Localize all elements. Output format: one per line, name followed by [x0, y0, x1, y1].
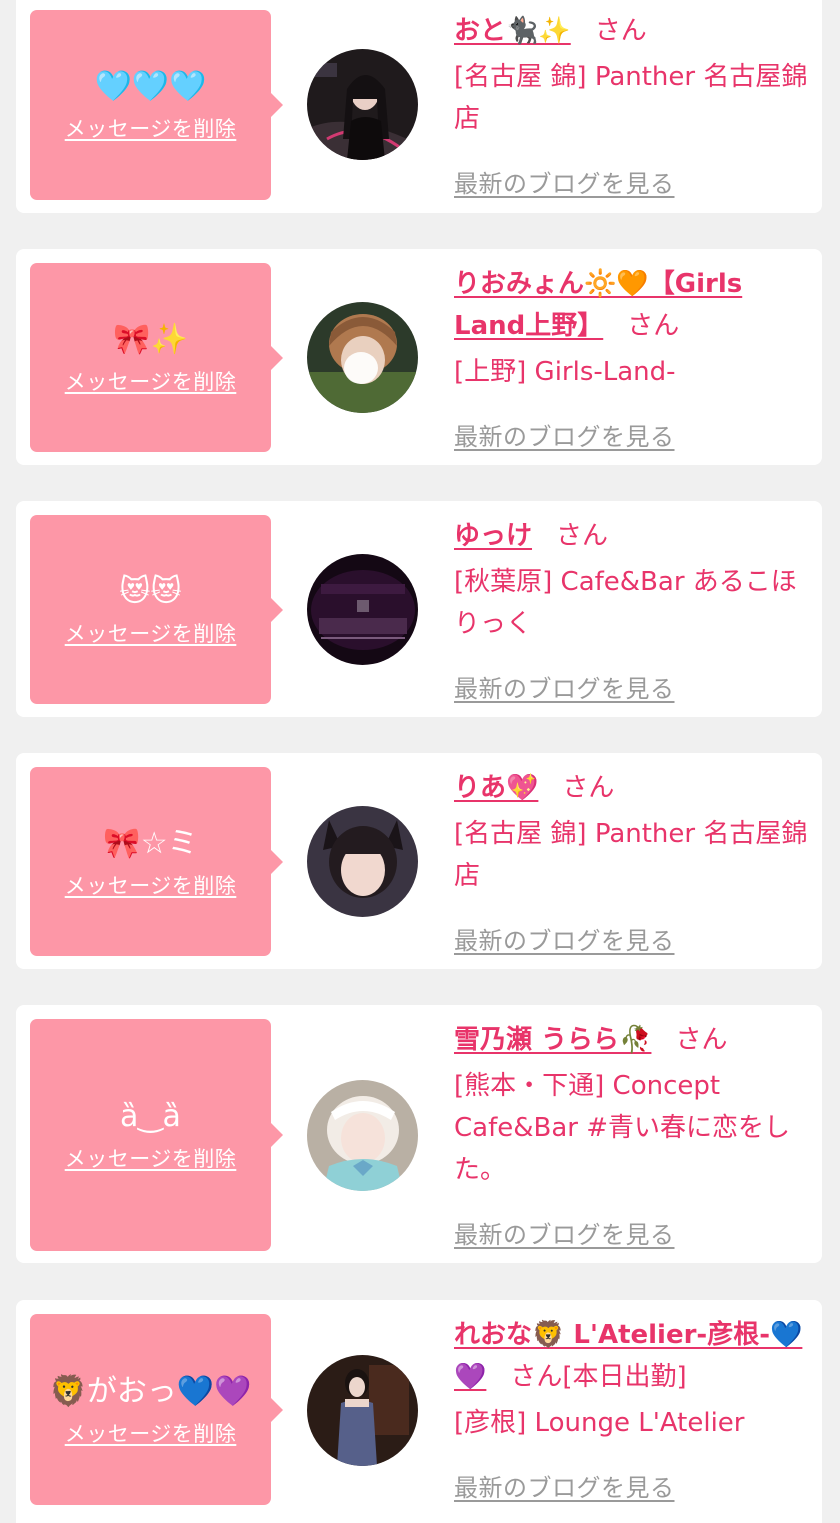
cast-info: りおみょん🔆🧡【Girls Land上野】 さん [上野] Girls-Land-… — [454, 263, 814, 451]
avatar[interactable] — [307, 554, 418, 665]
message-text: 🦁がおっ💙💜 — [49, 1373, 252, 1409]
honorific: さん — [675, 1025, 728, 1055]
message-bubble: 🎀☆ミ メッセージを削除 — [30, 767, 283, 956]
cast-name-line: りおみょん🔆🧡【Girls Land上野】 さん — [454, 263, 814, 347]
honorific: さん — [627, 311, 680, 341]
message-text: ȁ‿ȁ — [120, 1099, 181, 1134]
avatar[interactable] — [307, 302, 418, 413]
shop-name: [彦根] Lounge L'Atelier — [454, 1408, 745, 1438]
message-text: 🎀✨ — [113, 321, 188, 357]
message-bubble: 🩵🩵🩵 メッセージを削除 — [30, 10, 283, 200]
cast-name-line: れおな🦁 L'Atelier-彦根-💙💜 さん[本日出勤] — [454, 1314, 814, 1398]
message-bubble: 🦁がおっ💙💜 メッセージを削除 — [30, 1314, 283, 1505]
message-card: ȁ‿ȁ メッセージを削除 雪乃瀬 うらら🥀 さん [熊本・下通] Concept … — [16, 1005, 822, 1263]
delete-message-link[interactable]: メッセージを削除 — [65, 618, 237, 648]
cast-name-line: 雪乃瀬 うらら🥀 さん — [454, 1019, 814, 1061]
shop-name: [熊本・下通] Concept Cafe&Bar #青い春に恋をした。 — [454, 1071, 791, 1185]
honorific: さん — [556, 521, 609, 551]
message-bubble: 🎀✨ メッセージを削除 — [30, 263, 283, 452]
working-today-label: [本日出勤] — [562, 1362, 687, 1392]
cast-name-line: りあ💖 さん — [454, 767, 814, 809]
latest-blog-link[interactable]: 最新のブログを見る — [454, 1468, 675, 1503]
cast-name-link[interactable]: ゆっけ — [454, 521, 532, 551]
message-bubble: ȁ‿ȁ メッセージを削除 — [30, 1019, 283, 1251]
message-text: 😻😻 — [119, 573, 182, 609]
latest-blog-link[interactable]: 最新のブログを見る — [454, 921, 675, 956]
avatar-photo — [307, 554, 418, 665]
avatar[interactable] — [307, 49, 418, 160]
shop-name: [秋葉原] Cafe&Bar あるこほりっく — [454, 567, 797, 639]
honorific: さん — [594, 16, 647, 46]
delete-message-link[interactable]: メッセージを削除 — [65, 1418, 237, 1448]
avatar-photo — [307, 806, 418, 917]
message-card: 🩵🩵🩵 メッセージを削除 おと🐈‍⬛✨ さん [名古屋 錦] Panther 名古… — [16, 0, 822, 213]
cast-name-line: おと🐈‍⬛✨ さん — [454, 10, 814, 52]
cast-info: おと🐈‍⬛✨ さん [名古屋 錦] Panther 名古屋錦店 最新のブログを見る — [454, 10, 814, 198]
message-card: 🦁がおっ💙💜 メッセージを削除 れおな🦁 L'Atelier-彦根-💙💜 さん[本… — [16, 1300, 822, 1523]
cast-name-link[interactable]: 雪乃瀬 うらら🥀 — [454, 1025, 651, 1055]
cast-info: ゆっけ さん [秋葉原] Cafe&Bar あるこほりっく 最新のブログを見る — [454, 515, 814, 703]
cast-info: 雪乃瀬 うらら🥀 さん [熊本・下通] Concept Cafe&Bar #青い春… — [454, 1019, 814, 1249]
message-text: 🎀☆ミ — [103, 825, 198, 861]
message-card: 🎀☆ミ メッセージを削除 りあ💖 さん [名古屋 錦] Panther 名古屋錦店… — [16, 753, 822, 969]
delete-message-link[interactable]: メッセージを削除 — [65, 1143, 237, 1173]
cast-info: れおな🦁 L'Atelier-彦根-💙💜 さん[本日出勤] [彦根] Lounge… — [454, 1314, 814, 1502]
avatar-photo — [307, 302, 418, 413]
latest-blog-link[interactable]: 最新のブログを見る — [454, 669, 675, 704]
honorific: さん — [510, 1362, 563, 1392]
delete-message-link[interactable]: メッセージを削除 — [65, 366, 237, 396]
shop-name: [名古屋 錦] Panther 名古屋錦店 — [454, 819, 808, 891]
cast-name-link[interactable]: りあ💖 — [454, 773, 538, 803]
latest-blog-link[interactable]: 最新のブログを見る — [454, 1215, 675, 1250]
latest-blog-link[interactable]: 最新のブログを見る — [454, 164, 675, 199]
avatar-photo — [307, 49, 418, 160]
message-bubble: 😻😻 メッセージを削除 — [30, 515, 283, 704]
delete-message-link[interactable]: メッセージを削除 — [65, 113, 237, 143]
avatar[interactable] — [307, 1355, 418, 1466]
message-text: 🩵🩵🩵 — [94, 69, 207, 104]
delete-message-link[interactable]: メッセージを削除 — [65, 870, 237, 900]
cast-name-link[interactable]: りおみょん🔆🧡【Girls Land上野】 — [454, 269, 742, 341]
shop-name: [名古屋 錦] Panther 名古屋錦店 — [454, 62, 808, 134]
avatar[interactable] — [307, 806, 418, 917]
avatar[interactable] — [307, 1080, 418, 1191]
cast-name-line: ゆっけ さん — [454, 515, 814, 557]
cast-name-link[interactable]: おと🐈‍⬛✨ — [454, 16, 571, 46]
avatar-photo — [307, 1080, 418, 1191]
shop-name: [上野] Girls-Land- — [454, 357, 676, 387]
message-card: 🎀✨ メッセージを削除 りおみょん🔆🧡【Girls Land上野】 さん [上野]… — [16, 249, 822, 465]
honorific: さん — [562, 773, 615, 803]
cast-info: りあ💖 さん [名古屋 錦] Panther 名古屋錦店 最新のブログを見る — [454, 767, 814, 955]
avatar-photo — [307, 1355, 418, 1466]
latest-blog-link[interactable]: 最新のブログを見る — [454, 417, 675, 452]
message-card: 😻😻 メッセージを削除 ゆっけ さん [秋葉原] Cafe&Bar あるこほりっく… — [16, 501, 822, 717]
